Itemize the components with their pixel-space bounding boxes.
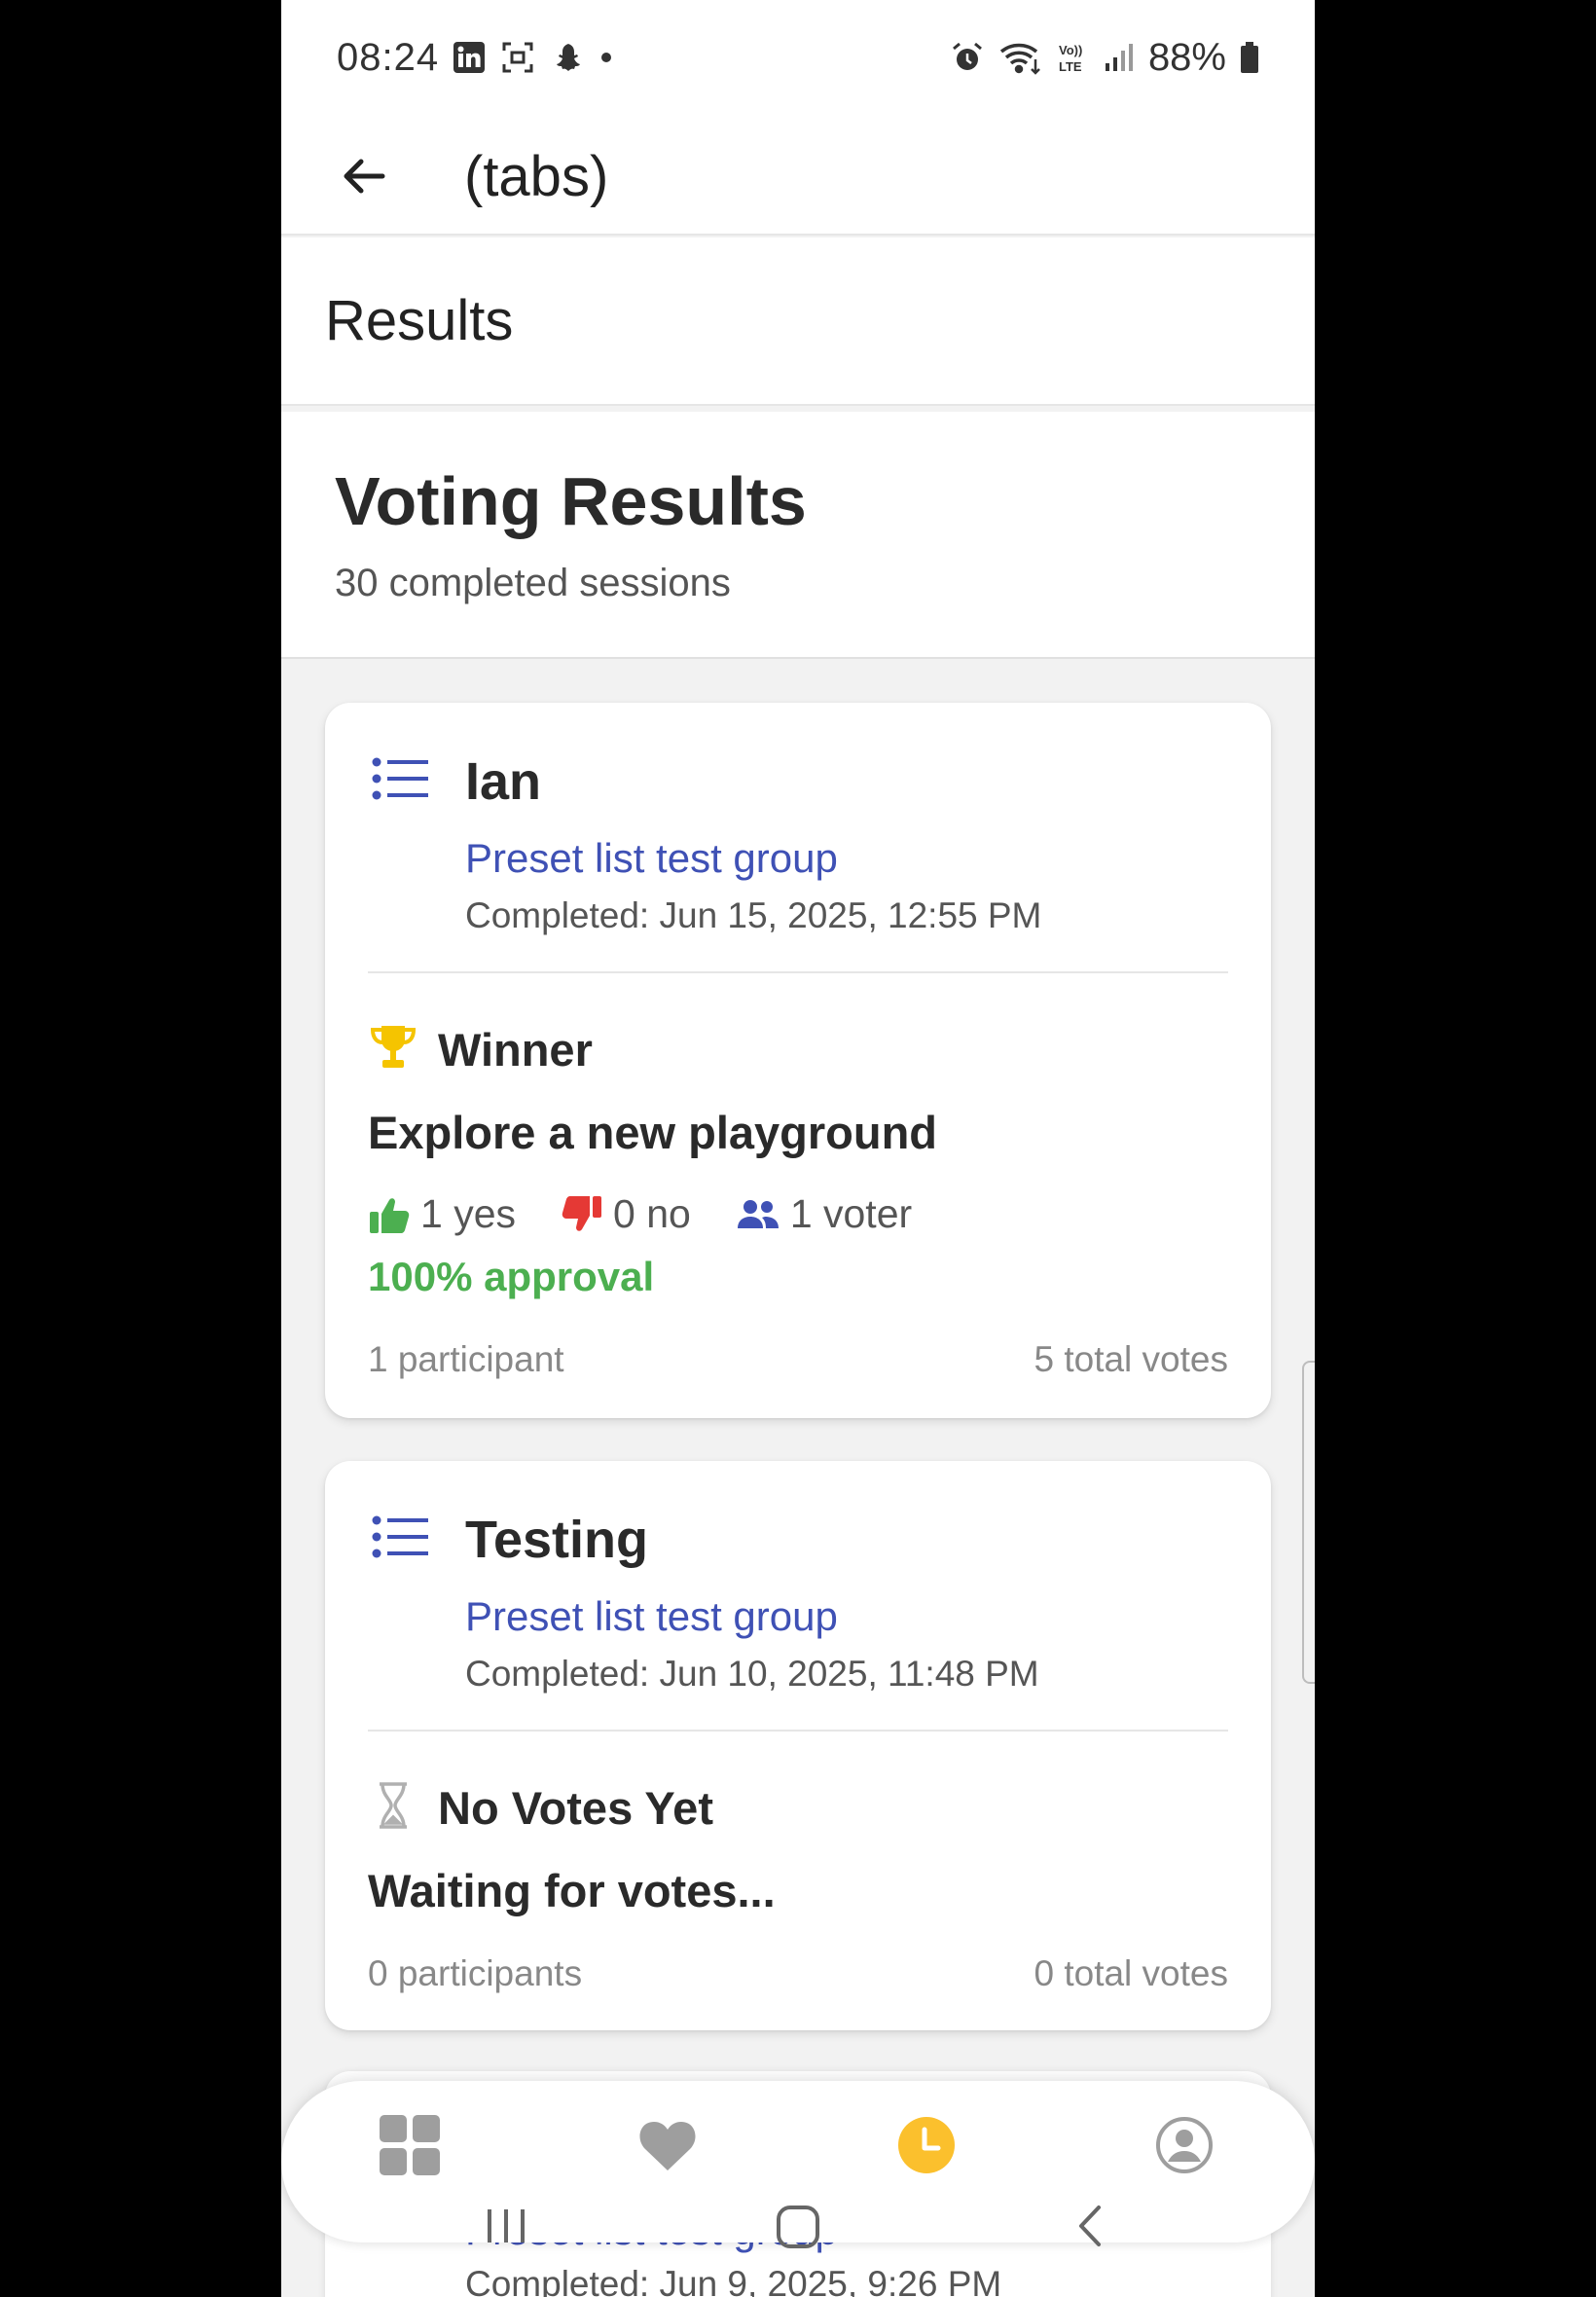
battery-icon [1240, 41, 1259, 79]
dot-icon [598, 50, 614, 70]
grid-icon [380, 2115, 440, 2175]
chevron-left-icon [1079, 2206, 1101, 2246]
participants-count: 1 participant [368, 1339, 564, 1379]
results-intro: Voting Results 30 completed sessions [281, 412, 1315, 659]
linkedin-icon [453, 41, 486, 79]
winner-option: Explore a new playground [368, 1107, 937, 1158]
home-icon [777, 2206, 819, 2248]
alarm-icon [950, 40, 985, 80]
header-title: (tabs) [464, 144, 609, 208]
status-bar: 08:24 Vo)) LTE 88% [281, 0, 1315, 119]
people-icon [737, 1199, 779, 1228]
waiting-text: Waiting for votes... [368, 1865, 776, 1916]
approval-rate: 100% approval [368, 1254, 655, 1299]
status-row: Winner [368, 1022, 593, 1077]
list-icon [372, 1515, 430, 1563]
battery-percent: 88% [1147, 36, 1226, 79]
result-card[interactable]: Testing Preset list test group Completed… [325, 1461, 1271, 2030]
sessions-count: 30 completed sessions [335, 562, 731, 604]
trophy-icon [368, 1022, 418, 1077]
status-row: No Votes Yet [368, 1780, 713, 1836]
account-icon [1156, 2117, 1213, 2173]
volte-icon: Vo)) LTE [1057, 40, 1090, 80]
card-body: No Votes Yet Waiting for votes... 0 part… [368, 1732, 1228, 2028]
group-link[interactable]: Preset list test group [465, 1593, 838, 1640]
card-footer: 0 participants 0 total votes [368, 1953, 1228, 1994]
voter-count: 1 voter [789, 1191, 913, 1236]
wifi-icon [998, 40, 1043, 80]
yes-count: 1 yes [420, 1191, 516, 1236]
no-count: 0 no [613, 1191, 691, 1236]
group-link[interactable]: Preset list test group [465, 835, 838, 882]
session-name: Ian [465, 752, 542, 811]
back-nav-button[interactable] [1070, 2204, 1114, 2248]
snapchat-icon [550, 41, 583, 79]
recents-button[interactable] [484, 2204, 528, 2248]
system-nav-bar [281, 2180, 1315, 2297]
subheader-title: Results [325, 289, 514, 352]
list-icon [372, 757, 430, 805]
home-button[interactable] [775, 2204, 821, 2250]
status-label: No Votes Yet [438, 1782, 713, 1834]
recents-icon [488, 2209, 525, 2242]
card-footer: 1 participant 5 total votes [368, 1339, 1228, 1380]
thumbs-down-icon [562, 1195, 601, 1231]
card-body: Winner Explore a new playground 1 yes 0 … [368, 973, 1228, 1416]
tab-favorites[interactable] [614, 2104, 721, 2186]
completed-date: Completed: Jun 15, 2025, 12:55 PM [465, 895, 1042, 935]
scrollbar[interactable] [1302, 1361, 1315, 1684]
thumbs-up-icon [370, 1197, 410, 1233]
completed-date: Completed: Jun 10, 2025, 11:48 PM [465, 1654, 1039, 1694]
status-label: Winner [438, 1024, 593, 1076]
svg-text:LTE: LTE [1059, 59, 1082, 74]
back-button[interactable] [320, 132, 408, 220]
clock-icon [898, 2117, 955, 2173]
status-time: 08:24 [337, 36, 440, 79]
svg-text:Vo)): Vo)) [1059, 43, 1082, 57]
heart-icon [639, 2122, 696, 2170]
participants-count: 0 participants [368, 1953, 583, 1993]
phone-screen: 08:24 Vo)) LTE 88% (tabs) Results Voting… [281, 0, 1315, 2297]
arrow-left-icon [344, 159, 385, 194]
hourglass-icon [368, 1780, 418, 1836]
session-name: Testing [465, 1511, 648, 1569]
signal-icon [1104, 42, 1135, 78]
card-header: Testing Preset list test group Completed… [368, 1461, 1228, 1732]
card-header: Ian Preset list test group Completed: Ju… [368, 703, 1228, 973]
tab-profile[interactable] [1131, 2104, 1238, 2186]
tab-home[interactable] [356, 2104, 463, 2186]
page-title: Voting Results [335, 463, 807, 539]
tab-results[interactable] [873, 2104, 980, 2186]
result-card[interactable]: Ian Preset list test group Completed: Ju… [325, 703, 1271, 1418]
votes-row: 1 yes 0 no 1 voter [368, 1191, 957, 1237]
total-votes: 5 total votes [1034, 1339, 1228, 1379]
screenshot-icon [501, 41, 534, 79]
app-header: (tabs) [281, 119, 1315, 236]
total-votes: 0 total votes [1034, 1953, 1228, 1993]
results-subheader: Results [281, 237, 1315, 406]
